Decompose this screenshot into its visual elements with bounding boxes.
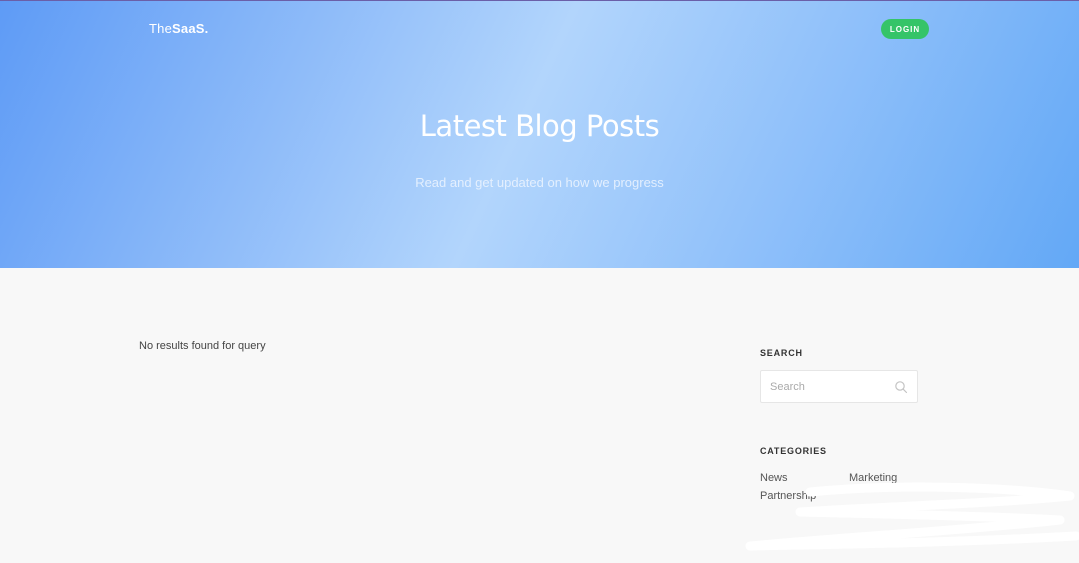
categories-widget-title: CATEGORIES [760,446,827,456]
search-box [760,370,918,403]
search-input[interactable] [761,371,881,402]
page-title: Latest Blog Posts [419,109,660,143]
hero-banner: TheSaaS. LOGIN Latest Blog Posts Read an… [0,0,1079,268]
brand-name: SaaS. [172,21,209,36]
page-subtitle: Read and get updated on how we progress [415,175,664,190]
no-results-message: No results found for query [139,340,266,352]
redaction-scribble [745,482,1079,551]
brand-prefix: The [149,21,173,36]
login-button[interactable]: LOGIN [881,19,929,39]
brand-logo[interactable]: TheSaaS. [149,21,208,36]
search-icon[interactable] [894,380,908,394]
search-widget-title: SEARCH [760,348,803,358]
